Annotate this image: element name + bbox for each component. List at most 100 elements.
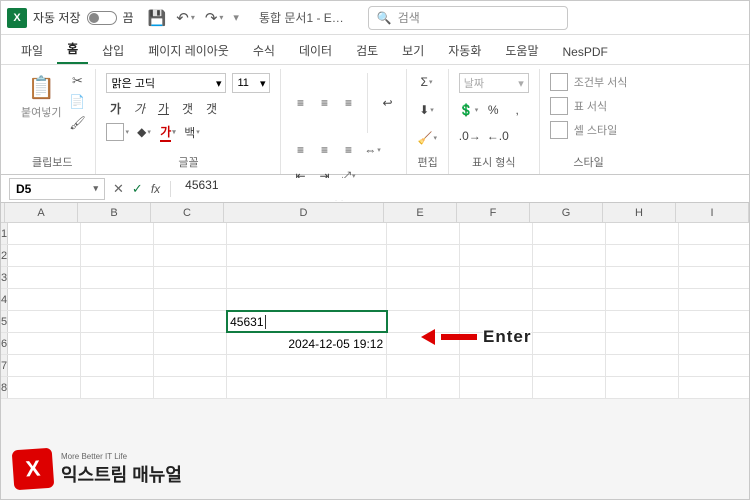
paste-button[interactable]: 📋 붙여넣기 bbox=[19, 73, 63, 122]
cell-D2[interactable] bbox=[227, 245, 387, 266]
cell-C2[interactable] bbox=[154, 245, 227, 266]
cell-H5[interactable] bbox=[606, 311, 679, 332]
cell-A5[interactable] bbox=[8, 311, 81, 332]
cell-D4[interactable] bbox=[227, 289, 387, 310]
font-color-button[interactable]: 가▾ bbox=[159, 123, 177, 141]
cell-B6[interactable] bbox=[81, 333, 154, 354]
col-H[interactable]: H bbox=[603, 203, 676, 222]
cell-A8[interactable] bbox=[8, 377, 81, 398]
cell-style-button[interactable]: 셀 스타일 bbox=[574, 122, 618, 138]
cell-F5[interactable] bbox=[460, 311, 533, 332]
tab-home[interactable]: 홈 bbox=[57, 35, 88, 64]
cell-G8[interactable] bbox=[533, 377, 606, 398]
cell-I8[interactable] bbox=[679, 377, 750, 398]
col-A[interactable]: A bbox=[5, 203, 78, 222]
cell-F6[interactable] bbox=[460, 333, 533, 354]
cell-C6[interactable] bbox=[154, 333, 227, 354]
cancel-icon[interactable]: ✕ bbox=[113, 181, 124, 197]
cell-G4[interactable] bbox=[533, 289, 606, 310]
comma-button[interactable]: , bbox=[508, 101, 526, 119]
autosum-button[interactable]: Σ▾ bbox=[417, 73, 435, 91]
phonetic-guide-button[interactable]: 백▾ bbox=[183, 123, 201, 141]
cell-F8[interactable] bbox=[460, 377, 533, 398]
col-D[interactable]: D bbox=[224, 203, 384, 222]
cell-C4[interactable] bbox=[154, 289, 227, 310]
name-box[interactable]: D5▾ bbox=[9, 178, 105, 200]
tab-insert[interactable]: 삽입 bbox=[92, 37, 134, 64]
align-right-button[interactable]: ≡ bbox=[339, 141, 357, 159]
cell-E2[interactable] bbox=[387, 245, 460, 266]
qat-customize[interactable]: ▾ bbox=[233, 11, 239, 24]
cell-F7[interactable] bbox=[460, 355, 533, 376]
cell-B8[interactable] bbox=[81, 377, 154, 398]
cell-H2[interactable] bbox=[606, 245, 679, 266]
row-7[interactable]: 7 bbox=[1, 355, 8, 376]
col-E[interactable]: E bbox=[384, 203, 457, 222]
font-size-combo[interactable]: 11▾ bbox=[232, 73, 270, 93]
row-6[interactable]: 6 bbox=[1, 333, 8, 354]
redo-button[interactable]: ↷▾ bbox=[205, 9, 224, 27]
cell-H4[interactable] bbox=[606, 289, 679, 310]
tab-pagelayout[interactable]: 페이지 레이아웃 bbox=[138, 37, 239, 64]
underline-button[interactable]: 가 bbox=[154, 99, 172, 117]
cell-C1[interactable] bbox=[154, 223, 227, 244]
cell-I6[interactable] bbox=[679, 333, 750, 354]
border-button[interactable]: ▾ bbox=[106, 123, 129, 141]
decrease-decimal-button[interactable]: ←.0 bbox=[487, 127, 509, 145]
cell-C3[interactable] bbox=[154, 267, 227, 288]
font-name-combo[interactable]: 맑은 고딕▾ bbox=[106, 73, 226, 93]
tab-help[interactable]: 도움말 bbox=[495, 37, 548, 64]
tab-view[interactable]: 보기 bbox=[392, 37, 434, 64]
save-button[interactable]: 💾 bbox=[148, 9, 167, 27]
italic-button[interactable]: 가 bbox=[130, 99, 148, 117]
formula-input[interactable]: 45631 bbox=[179, 178, 749, 200]
cell-F1[interactable] bbox=[460, 223, 533, 244]
undo-button[interactable]: ↶▾ bbox=[176, 9, 195, 27]
col-C[interactable]: C bbox=[151, 203, 224, 222]
cell-A3[interactable] bbox=[8, 267, 81, 288]
tab-formulas[interactable]: 수식 bbox=[243, 37, 285, 64]
cell-A6[interactable] bbox=[8, 333, 81, 354]
tab-automate[interactable]: 자동화 bbox=[438, 37, 491, 64]
cell-E4[interactable] bbox=[387, 289, 460, 310]
cell-G5[interactable] bbox=[533, 311, 606, 332]
cell-B1[interactable] bbox=[81, 223, 154, 244]
cell-H1[interactable] bbox=[606, 223, 679, 244]
clear-button[interactable]: 🧹▾ bbox=[417, 129, 436, 147]
copy-icon[interactable]: 📄 bbox=[69, 94, 85, 110]
col-F[interactable]: F bbox=[457, 203, 530, 222]
cell-I4[interactable] bbox=[679, 289, 750, 310]
table-format-button[interactable]: 표 서식 bbox=[574, 98, 607, 114]
merge-button[interactable]: ⇔▾ bbox=[363, 141, 381, 159]
row-3[interactable]: 3 bbox=[1, 267, 8, 288]
cell-G7[interactable] bbox=[533, 355, 606, 376]
row-5[interactable]: 5 bbox=[1, 311, 8, 332]
cut-icon[interactable]: ✂ bbox=[69, 73, 85, 89]
cell-C5[interactable] bbox=[154, 311, 227, 332]
cell-D1[interactable] bbox=[227, 223, 387, 244]
row-1[interactable]: 1 bbox=[1, 223, 8, 244]
autosave-toggle[interactable]: 자동 저장 끔 bbox=[33, 9, 134, 26]
cell-A1[interactable] bbox=[8, 223, 81, 244]
tab-nespdf[interactable]: NesPDF bbox=[553, 40, 618, 64]
enter-icon[interactable]: ✓ bbox=[132, 181, 143, 197]
cell-B2[interactable] bbox=[81, 245, 154, 266]
cell-G6[interactable] bbox=[533, 333, 606, 354]
cell-F4[interactable] bbox=[460, 289, 533, 310]
align-left-button[interactable]: ≡ bbox=[291, 141, 309, 159]
row-2[interactable]: 2 bbox=[1, 245, 8, 266]
phonetic-button[interactable]: 갯 bbox=[202, 99, 220, 117]
align-bottom-button[interactable]: ≡ bbox=[339, 94, 357, 112]
increase-decimal-button[interactable]: .0→ bbox=[459, 127, 481, 145]
cell-I5[interactable] bbox=[679, 311, 750, 332]
cell-A2[interactable] bbox=[8, 245, 81, 266]
align-top-button[interactable]: ≡ bbox=[291, 94, 309, 112]
row-4[interactable]: 4 bbox=[1, 289, 8, 310]
search-input[interactable]: 🔍 검색 bbox=[368, 6, 568, 30]
cell-C7[interactable] bbox=[154, 355, 227, 376]
bold-button[interactable]: 가 bbox=[106, 99, 124, 117]
cell-C8[interactable] bbox=[154, 377, 227, 398]
hanja-button[interactable]: 갯 bbox=[178, 99, 196, 117]
row-8[interactable]: 8 bbox=[1, 377, 8, 398]
cell-E7[interactable] bbox=[387, 355, 460, 376]
